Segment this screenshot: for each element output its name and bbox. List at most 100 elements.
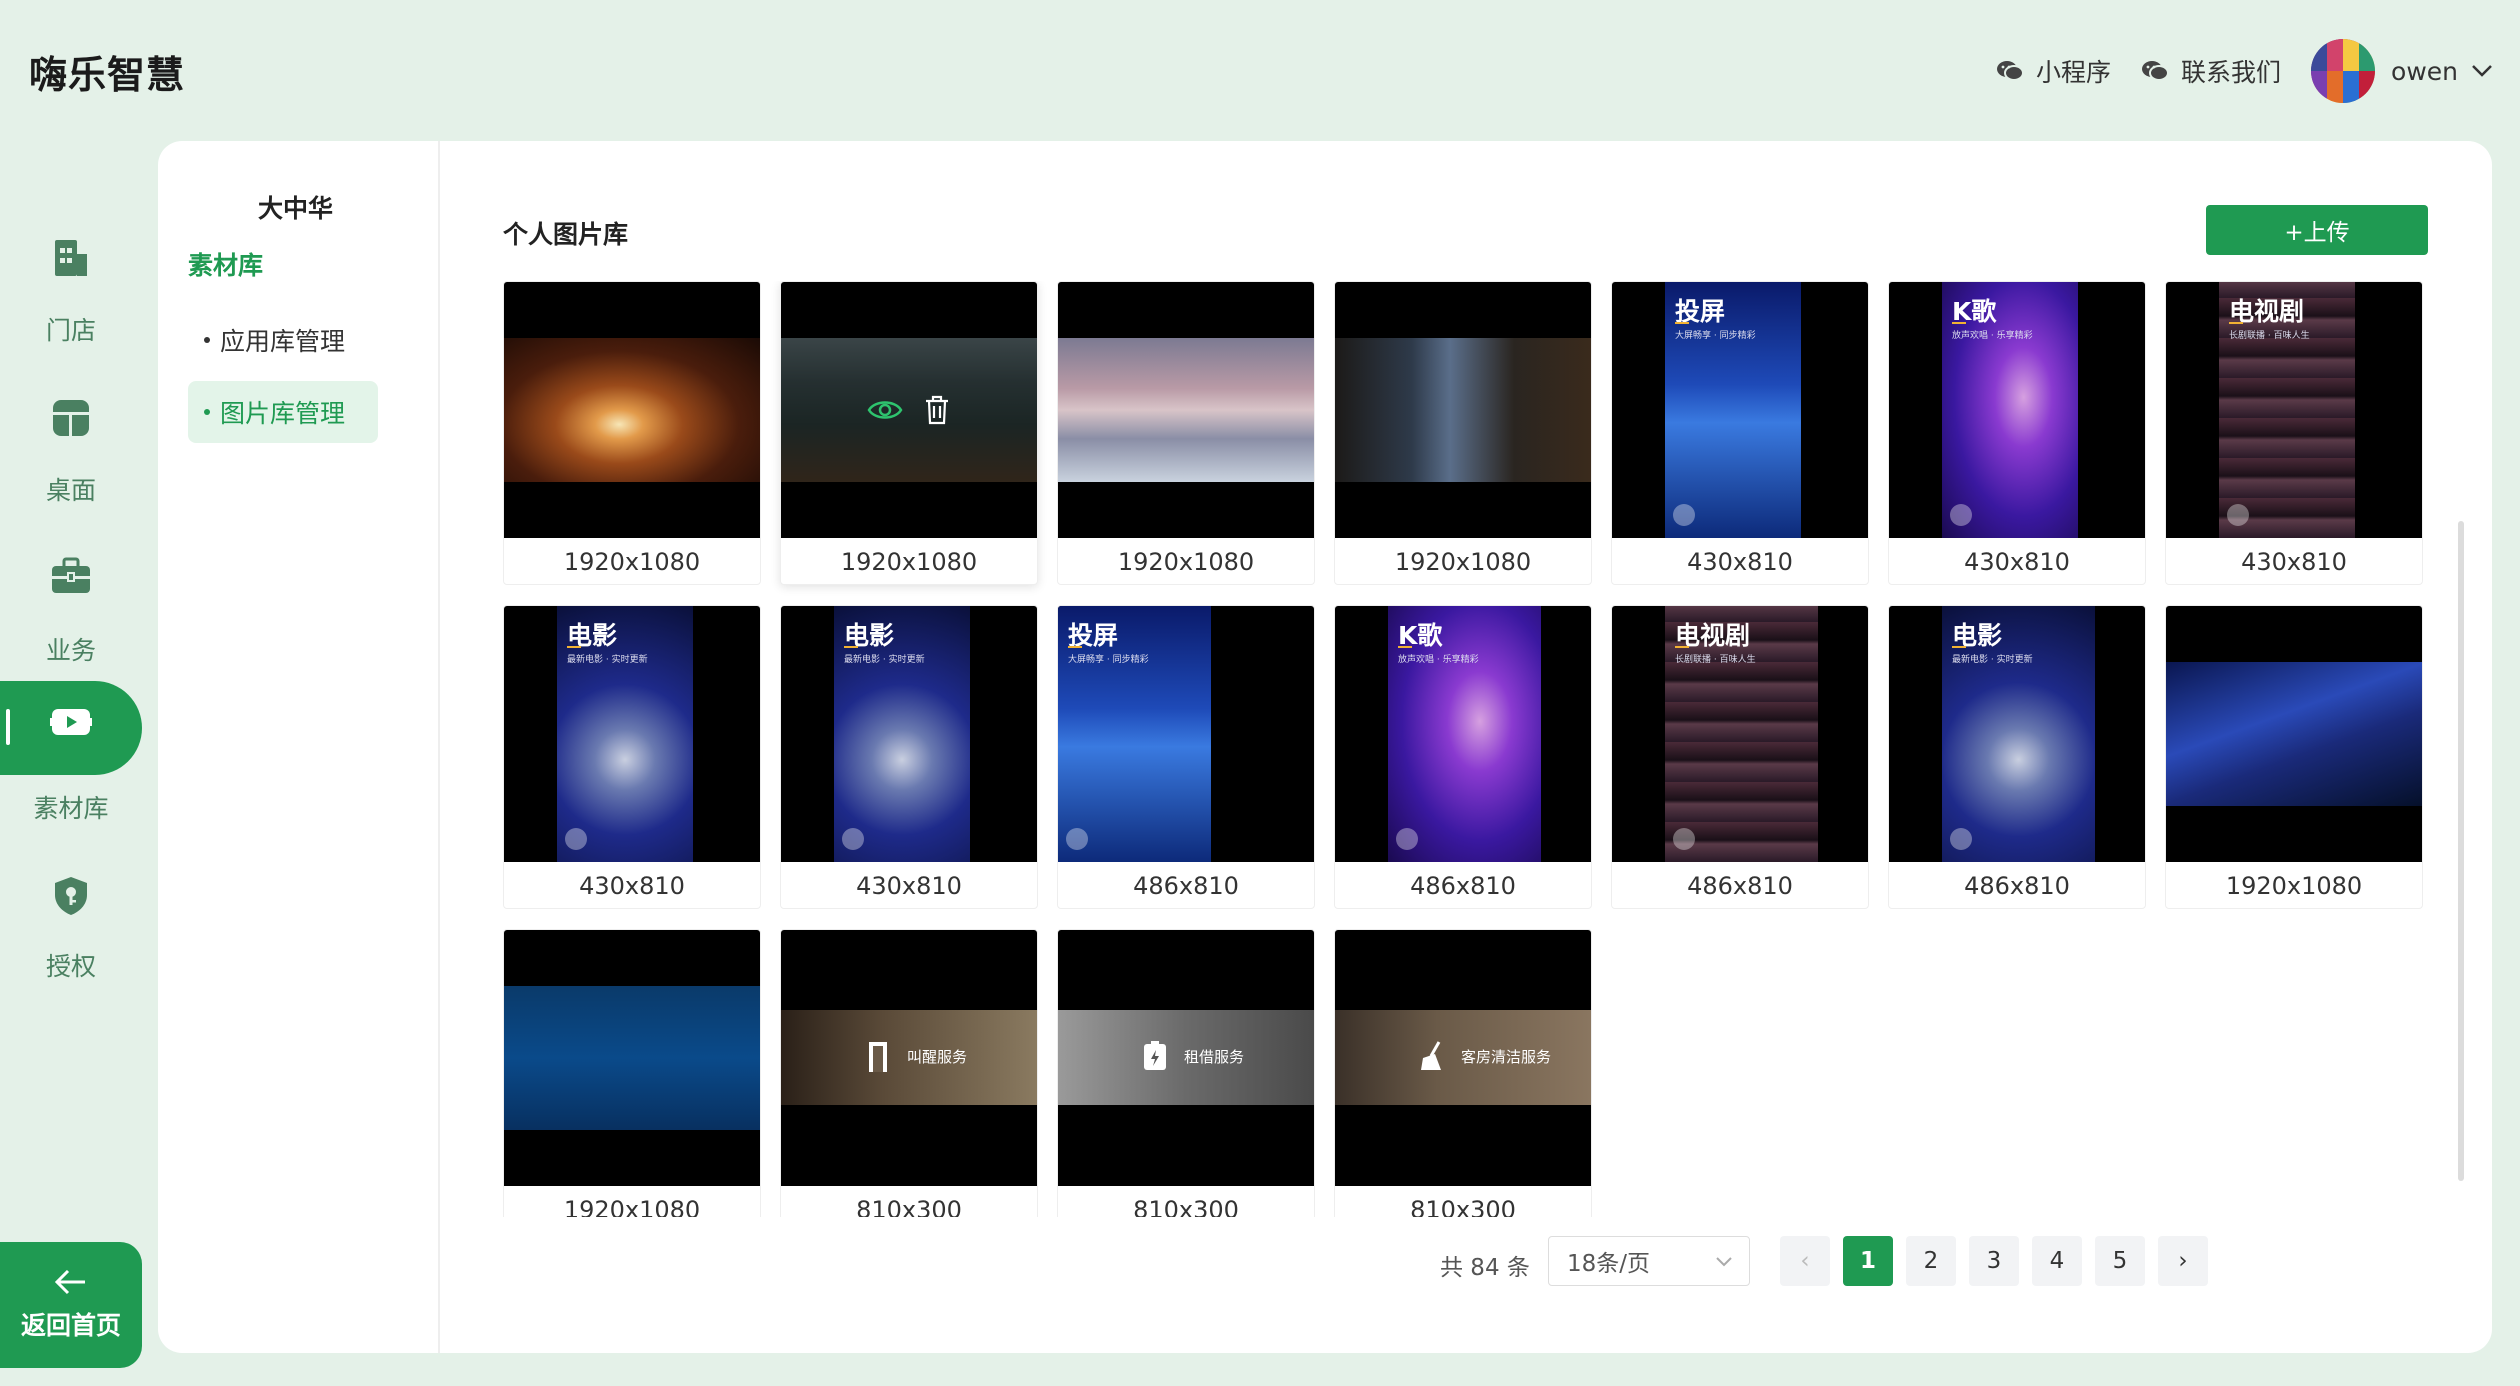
image-thumbnail[interactable] [781,282,1037,538]
image-thumbnail[interactable]: K歌 放声欢唱 · 乐享精彩 [1889,282,2145,538]
nav-item-authorization[interactable] [0,855,142,949]
poster-subtitle: 大屏畅享 · 同步精彩 [1068,655,1149,665]
page-size-select[interactable]: 18条/页 [1548,1236,1750,1286]
image-thumbnail[interactable]: 租借服务 [1058,930,1314,1186]
page-button-2[interactable]: 2 [1906,1236,1956,1286]
image-thumbnail[interactable]: 电影 最新电影 · 实时更新 [1889,606,2145,862]
image-thumbnail[interactable]: 电视剧 长剧联播 · 百味人生 [2166,282,2422,538]
image-card[interactable]: 电视剧 长剧联播 · 百味人生 430x810 [2165,281,2423,585]
image-size-label: 810x300 [1410,1196,1516,1217]
back-home-button[interactable]: 返回首页 [0,1242,142,1368]
salt-flat-photo [1058,338,1314,482]
image-grid: 1920x1080 1920x1080 1920x1080 1920x1080 … [503,281,2433,1217]
avatar[interactable] [2311,39,2376,103]
image-card[interactable]: 投屏 大屏畅享 · 同步精彩 430x810 [1611,281,1869,585]
building-icon [55,240,87,276]
nav-item-media-library[interactable] [0,681,142,775]
film-reel-icon [565,828,587,850]
image-card[interactable]: 1920x1080 [503,281,761,585]
poster-subtitle: 长剧联播 · 百味人生 [1675,655,1756,665]
image-card[interactable]: 客房清洁服务 810x300 [1334,929,1592,1217]
nav-label-authorization[interactable]: 授权 [0,947,142,983]
image-size-label: 430x810 [1964,548,2070,576]
poster-accent [2229,322,2243,324]
image-card[interactable]: 1920x1080 [2165,605,2423,909]
poster-subtitle: 长剧联播 · 百味人生 [2229,331,2310,341]
image-card[interactable]: 电影 最新电影 · 实时更新 486x810 [1888,605,2146,909]
media-icon [50,709,92,735]
image-card[interactable]: 1920x1080 [1057,281,1315,585]
image-size-label: 486x810 [1410,872,1516,900]
image-card[interactable]: K歌 放声欢唱 · 乐享精彩 430x810 [1888,281,2146,585]
desktop-icon [53,400,89,436]
cast-icon [1066,828,1088,850]
image-thumbnail[interactable] [504,930,760,1186]
nav-label-media-library[interactable]: 素材库 [0,789,142,825]
image-thumbnail[interactable] [1335,282,1591,538]
preview-eye-icon[interactable] [867,397,903,423]
sub-nav: 大中华 素材库 应用库管理 图片库管理 [158,141,440,1353]
sub-nav-item-image-library[interactable]: 图片库管理 [188,381,378,443]
image-thumbnail[interactable]: 叫醒服务 [781,930,1037,1186]
image-card[interactable]: 电影 最新电影 · 实时更新 430x810 [503,605,761,909]
page-button-4[interactable]: 4 [2032,1236,2082,1286]
image-thumbnail[interactable] [1058,282,1314,538]
image-thumbnail[interactable]: 电影 最新电影 · 实时更新 [781,606,1037,862]
image-size-label: 1920x1080 [563,548,701,576]
delete-trash-icon[interactable] [923,395,951,425]
next-page-button[interactable]: › [2158,1236,2208,1286]
image-card[interactable]: 租借服务 810x300 [1057,929,1315,1217]
prev-page-button[interactable]: ‹ [1780,1236,1830,1286]
image-card[interactable]: 投屏 大屏畅享 · 同步精彩 486x810 [1057,605,1315,909]
arrow-left-icon [54,1269,85,1295]
image-card[interactable]: 1920x1080 [780,281,1038,585]
poster-accent [1675,322,1689,324]
bullet-icon [204,337,210,343]
banner-label: 租借服务 [1184,1048,1245,1066]
page-button-5[interactable]: 5 [2095,1236,2145,1286]
poster-image: K歌 放声欢唱 · 乐享精彩 [1388,606,1541,862]
nav-item-business[interactable] [0,535,142,629]
grid-scrollbar[interactable] [2458,521,2464,1181]
nav-label-desktop[interactable]: 桌面 [0,471,142,507]
image-thumbnail[interactable]: 投屏 大屏畅享 · 同步精彩 [1058,606,1314,862]
poster-image: 电影 最新电影 · 实时更新 [834,606,970,862]
image-card[interactable]: 1920x1080 [503,929,761,1217]
nav-label-store[interactable]: 门店 [0,311,142,347]
image-size-label: 430x810 [2241,548,2347,576]
upload-button[interactable]: +上传 [2206,205,2428,255]
contact-us-link[interactable]: 联系我们 [2141,53,2281,89]
image-card[interactable]: 叫醒服务 810x300 [780,929,1038,1217]
image-size-label: 810x300 [856,1196,962,1217]
mini-program-link[interactable]: 小程序 [1996,53,2111,89]
page-button-3[interactable]: 3 [1969,1236,2019,1286]
username[interactable]: owen [2391,57,2458,86]
image-size-label: 810x300 [1133,1196,1239,1217]
image-card[interactable]: 电视剧 长剧联播 · 百味人生 486x810 [1611,605,1869,909]
page-button-1[interactable]: 1 [1843,1236,1893,1286]
sub-nav-item-label: 应用库管理 [220,327,346,356]
chevron-down-icon[interactable] [2470,63,2494,79]
image-thumbnail[interactable] [504,282,760,538]
wechat-icon [2142,61,2170,81]
image-card[interactable]: K歌 放声欢唱 · 乐享精彩 486x810 [1334,605,1592,909]
poster-accent [844,646,858,648]
top-bar: 嗨乐智慧 小程序 联系我们 owen [0,0,2520,141]
nav-item-store[interactable] [0,217,142,311]
image-thumbnail[interactable]: 客房清洁服务 [1335,930,1591,1186]
image-thumbnail[interactable] [2166,606,2422,862]
image-card[interactable]: 1920x1080 [1334,281,1592,585]
nav-label-business[interactable]: 业务 [0,631,142,667]
poster-image: 电视剧 长剧联播 · 百味人生 [1665,606,1818,862]
image-thumbnail[interactable]: 投屏 大屏畅享 · 同步精彩 [1612,282,1868,538]
tv-icon [1673,828,1695,850]
sub-nav-item-app-library[interactable]: 应用库管理 [188,309,378,371]
image-size-label: 1920x1080 [563,1196,701,1217]
pagination: 共 84 条 18条/页 ‹ 1 2 3 4 5 › [440,1236,2492,1286]
image-thumbnail[interactable]: 电影 最新电影 · 实时更新 [504,606,760,862]
image-thumbnail[interactable]: 电视剧 长剧联播 · 百味人生 [1612,606,1868,862]
nav-item-desktop[interactable] [0,377,142,471]
banner-label: 客房清洁服务 [1461,1048,1552,1066]
image-thumbnail[interactable]: K歌 放声欢唱 · 乐享精彩 [1335,606,1591,862]
image-card[interactable]: 电影 最新电影 · 实时更新 430x810 [780,605,1038,909]
